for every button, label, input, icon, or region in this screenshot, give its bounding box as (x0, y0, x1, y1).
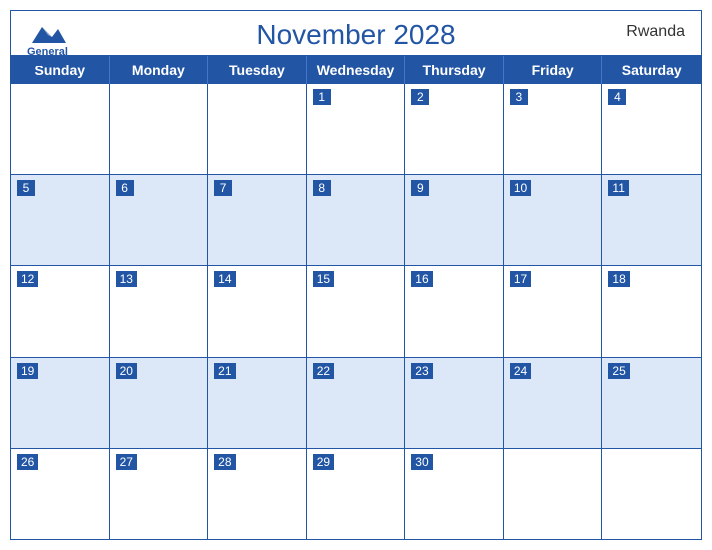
day-cell: 2 (405, 84, 504, 174)
day-cell: 28 (208, 449, 307, 539)
day-cell (208, 84, 307, 174)
day-cell: 30 (405, 449, 504, 539)
day-number: 18 (608, 271, 629, 287)
day-number: 26 (17, 454, 38, 470)
day-number: 16 (411, 271, 432, 287)
day-cell: 14 (208, 266, 307, 356)
day-cell: 23 (405, 358, 504, 448)
day-number: 22 (313, 363, 334, 379)
day-header-wednesday: Wednesday (307, 56, 406, 84)
day-cell: 6 (110, 175, 209, 265)
day-number: 24 (510, 363, 531, 379)
day-cell: 5 (11, 175, 110, 265)
logo: General Blue (27, 19, 68, 69)
day-cell: 13 (110, 266, 209, 356)
day-number: 3 (510, 89, 528, 105)
day-number: 5 (17, 180, 35, 196)
weeks-container: 1234567891011121314151617181920212223242… (11, 84, 701, 539)
day-cell: 22 (307, 358, 406, 448)
day-number: 21 (214, 363, 235, 379)
day-cell: 16 (405, 266, 504, 356)
day-number: 2 (411, 89, 429, 105)
week-row-2: 5 6 7 8 9 10 11 (11, 175, 701, 266)
day-cell: 25 (602, 358, 701, 448)
day-cell: 26 (11, 449, 110, 539)
day-cell: 29 (307, 449, 406, 539)
calendar-grid: SundayMondayTuesdayWednesdayThursdayFrid… (11, 55, 701, 539)
day-number: 28 (214, 454, 235, 470)
day-cell: 24 (504, 358, 603, 448)
day-number: 12 (17, 271, 38, 287)
day-number: 29 (313, 454, 334, 470)
day-cell (110, 84, 209, 174)
day-header-tuesday: Tuesday (208, 56, 307, 84)
day-cell (602, 449, 701, 539)
day-cell: 8 (307, 175, 406, 265)
day-header-thursday: Thursday (405, 56, 504, 84)
day-number: 27 (116, 454, 137, 470)
day-header-monday: Monday (110, 56, 209, 84)
week-row-5: 26 27 28 29 30 (11, 449, 701, 539)
day-number: 20 (116, 363, 137, 379)
calendar: General Blue November 2028 Rwanda Sunday… (10, 10, 702, 540)
day-number: 23 (411, 363, 432, 379)
calendar-header: General Blue November 2028 Rwanda (11, 11, 701, 55)
day-cell: 10 (504, 175, 603, 265)
day-number: 10 (510, 180, 531, 196)
day-header-friday: Friday (504, 56, 603, 84)
day-cell: 3 (504, 84, 603, 174)
country-label: Rwanda (626, 23, 685, 41)
day-cell: 11 (602, 175, 701, 265)
calendar-title: November 2028 (27, 19, 685, 51)
week-row-1: 1 2 3 4 (11, 84, 701, 175)
day-cell: 18 (602, 266, 701, 356)
logo-text-blue: Blue (36, 58, 60, 69)
day-cell: 20 (110, 358, 209, 448)
day-number: 11 (608, 180, 628, 196)
day-cell: 1 (307, 84, 406, 174)
day-number: 7 (214, 180, 232, 196)
day-cell: 12 (11, 266, 110, 356)
day-cell (11, 84, 110, 174)
day-number: 9 (411, 180, 429, 196)
day-number: 30 (411, 454, 432, 470)
day-cell: 17 (504, 266, 603, 356)
day-cell: 7 (208, 175, 307, 265)
day-cell: 4 (602, 84, 701, 174)
day-cell: 27 (110, 449, 209, 539)
logo-icon (28, 19, 66, 47)
day-cell: 19 (11, 358, 110, 448)
day-number: 19 (17, 363, 38, 379)
day-number: 8 (313, 180, 331, 196)
week-row-3: 12 13 14 15 16 17 18 (11, 266, 701, 357)
day-headers-row: SundayMondayTuesdayWednesdayThursdayFrid… (11, 56, 701, 84)
day-cell: 21 (208, 358, 307, 448)
day-header-saturday: Saturday (602, 56, 701, 84)
day-number: 25 (608, 363, 629, 379)
day-number: 13 (116, 271, 137, 287)
day-number: 14 (214, 271, 235, 287)
week-row-4: 19 20 21 22 23 24 25 (11, 358, 701, 449)
day-number: 1 (313, 89, 331, 105)
day-cell (504, 449, 603, 539)
day-number: 6 (116, 180, 134, 196)
day-number: 15 (313, 271, 334, 287)
day-number: 4 (608, 89, 626, 105)
day-cell: 9 (405, 175, 504, 265)
day-number: 17 (510, 271, 531, 287)
day-cell: 15 (307, 266, 406, 356)
